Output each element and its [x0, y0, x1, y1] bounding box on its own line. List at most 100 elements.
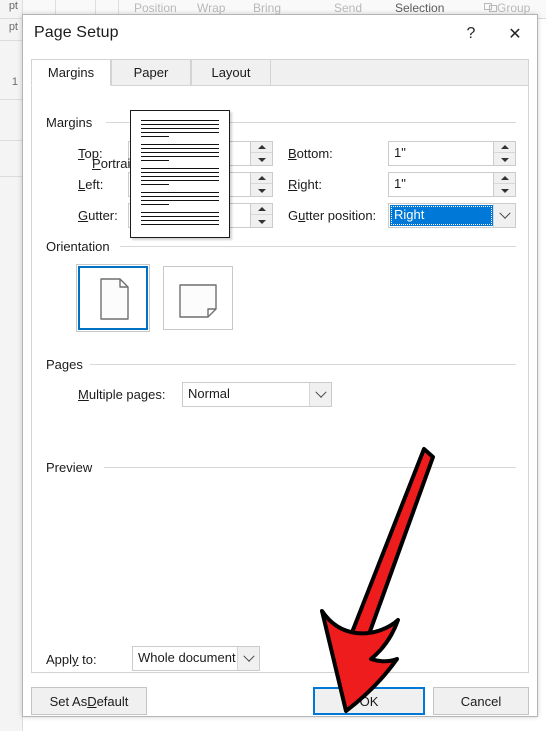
set-as-default-post: efault	[96, 693, 129, 709]
gutter-increment-button[interactable]	[251, 204, 272, 215]
bottom-margin-spin-buttons	[493, 142, 515, 165]
gutter-label: Gutter:	[78, 208, 118, 223]
help-button[interactable]: ?	[449, 15, 493, 52]
bottom-margin-label: Bottom:	[288, 146, 333, 161]
left-margin-increment-button[interactable]	[251, 173, 272, 184]
tab-margins[interactable]: Margins	[31, 59, 111, 86]
triangle-up-icon	[257, 145, 266, 149]
right-margin-accel: R	[288, 177, 298, 192]
gutter-position-label-pre: G	[288, 208, 299, 223]
tab-layout[interactable]: Layout	[191, 59, 271, 86]
bottom-margin-increment-button[interactable]	[494, 142, 515, 153]
bottom-margin-decrement-button[interactable]	[494, 154, 515, 165]
triangle-up-icon	[257, 207, 266, 211]
multiple-pages-label-text: ultiple pages:	[88, 387, 166, 402]
right-margin-increment-button[interactable]	[494, 173, 515, 184]
set-as-default-pre: Set As	[49, 693, 88, 709]
gutter-position-value: Right	[394, 207, 425, 222]
triangle-down-icon	[500, 188, 509, 193]
right-margin-label-text: ight:	[297, 177, 322, 192]
margins-group-label: Margins	[46, 115, 99, 130]
bottom-margin-accel: B	[288, 146, 297, 161]
top-margin-decrement-button[interactable]	[251, 154, 272, 165]
right-margin-value: 1"	[394, 176, 406, 191]
top-margin-spin-buttons	[250, 142, 272, 165]
chevron-down-icon	[242, 650, 255, 662]
triangle-up-icon	[500, 145, 509, 149]
apply-to-value: Whole document	[138, 650, 236, 665]
pages-group-label: Pages	[46, 357, 89, 372]
bottom-margin-spinner[interactable]: 1"	[388, 141, 516, 166]
top-margin-increment-button[interactable]	[251, 142, 272, 153]
orientation-portrait-label: ortrait	[100, 156, 134, 171]
ribbon-item-group[interactable]: Group	[497, 1, 530, 15]
close-icon: ✕	[508, 25, 522, 43]
gutter-position-label: Gutter position:	[288, 208, 376, 223]
dialog-titlebar: Page Setup ? ✕	[23, 15, 537, 52]
orientation-group-label: Orientation	[46, 239, 116, 254]
left-margin-label-text: eft:	[85, 177, 104, 192]
help-icon: ?	[466, 24, 476, 42]
cancel-button[interactable]: Cancel	[433, 687, 529, 715]
dialog-title: Page Setup	[34, 24, 119, 41]
apply-to-combobox[interactable]: Whole document	[132, 646, 260, 671]
triangle-down-icon	[257, 188, 266, 193]
gutter-accel: G	[78, 208, 89, 223]
ribbon-item-wrap[interactable]: Wrap	[197, 1, 225, 15]
triangle-up-icon	[257, 176, 266, 180]
gutter-position-combobox[interactable]: Right	[388, 203, 516, 228]
close-button[interactable]: ✕	[493, 15, 537, 52]
preview-page	[130, 110, 230, 238]
left-margin-label: Left:	[78, 177, 103, 192]
right-margin-spinner[interactable]: 1"	[388, 172, 516, 197]
gutter-decrement-button[interactable]	[251, 216, 272, 227]
triangle-up-icon	[500, 176, 509, 180]
set-as-default-button[interactable]: Set As Default	[31, 687, 147, 715]
page-setup-dialog: Page Setup ? ✕ Paper Layout Margins Marg…	[22, 14, 538, 717]
portrait-page-icon	[100, 278, 129, 320]
set-as-default-accel: D	[87, 693, 97, 709]
cancel-button-label: Cancel	[460, 693, 502, 709]
left-margin-spin-buttons	[250, 173, 272, 196]
left-margin-decrement-button[interactable]	[251, 185, 272, 196]
multiple-pages-value: Normal	[188, 386, 230, 401]
ribbon-item-position[interactable]: Position	[134, 1, 177, 15]
tab-paper[interactable]: Paper	[111, 59, 191, 86]
multiple-pages-label: Multiple pages:	[78, 387, 165, 402]
orientation-portrait-accel: P	[92, 156, 101, 171]
gutter-position-label-text: tter position:	[305, 208, 377, 223]
margins-panel: Margins Top: 1" Bottom: 1"	[31, 85, 529, 673]
bg-left-label-0: pt	[8, 0, 18, 12]
tabstrip: Paper Layout Margins	[31, 59, 529, 86]
apply-to-label: Apply to:	[46, 652, 97, 667]
ok-button-label: OK	[359, 693, 379, 709]
right-margin-decrement-button[interactable]	[494, 185, 515, 196]
chevron-down-icon	[314, 386, 327, 398]
bottom-margin-label-text: ottom:	[296, 146, 333, 161]
ribbon-item-bring[interactable]: Bring	[253, 1, 281, 15]
footer-divider	[23, 673, 537, 674]
multiple-pages-dropdown-button[interactable]	[309, 383, 331, 406]
background-left-column: pt pt 1	[0, 0, 23, 731]
group-objects-icon	[484, 3, 497, 12]
preview-group-label: Preview	[46, 460, 99, 475]
multiple-pages-accel: M	[78, 387, 89, 402]
bg-left-label-2: 1	[11, 76, 18, 88]
apply-to-label-post: to:	[78, 652, 97, 667]
orientation-landscape-option[interactable]	[163, 266, 233, 330]
right-margin-label: Right:	[288, 177, 322, 192]
triangle-down-icon	[500, 157, 509, 162]
landscape-page-icon	[179, 284, 217, 318]
ribbon-item-send[interactable]: Send	[334, 1, 362, 15]
orientation-portrait-option[interactable]	[76, 264, 150, 332]
multiple-pages-combobox[interactable]: Normal	[182, 382, 332, 407]
gutter-spin-buttons	[250, 204, 272, 227]
ok-button[interactable]: OK	[313, 687, 425, 715]
triangle-down-icon	[257, 219, 266, 224]
apply-to-label-pre: Appl	[46, 652, 73, 667]
triangle-down-icon	[257, 157, 266, 162]
screen: Position Wrap Bring Send Selection Group…	[0, 0, 546, 731]
apply-to-dropdown-button[interactable]	[237, 647, 259, 670]
ribbon-item-selection[interactable]: Selection	[395, 1, 444, 15]
gutter-position-dropdown-button[interactable]	[493, 204, 515, 227]
